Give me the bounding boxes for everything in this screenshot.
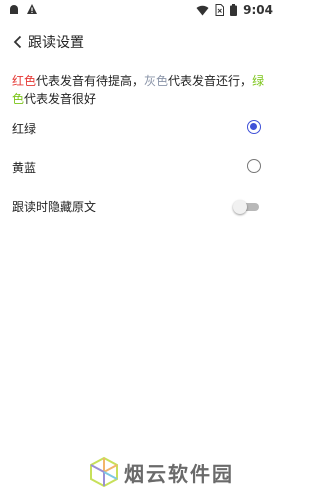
android-icon — [10, 5, 18, 14]
clock: 9:04 — [243, 3, 273, 17]
hide-original-toggle[interactable] — [233, 200, 259, 214]
legend-gray-text: 代表发音还行， — [168, 74, 253, 88]
legend-red-word: 红色 — [12, 74, 37, 88]
legend-gray-word: 灰色 — [144, 74, 169, 88]
back-button[interactable] — [8, 30, 28, 54]
watermark-logo-icon — [90, 456, 118, 488]
option-red-green[interactable]: 红绿 — [0, 110, 281, 146]
status-bar: 9:04 — [0, 0, 281, 20]
option-yellow-blue[interactable]: 黄蓝 — [0, 149, 281, 185]
hide-original-row[interactable]: 跟读时隐藏原文 — [0, 188, 281, 224]
watermark-text: 烟云软件园 — [124, 461, 234, 486]
legend-red-text: 代表发音有待提高， — [36, 74, 145, 88]
app-bar: 跟读设置 — [0, 28, 281, 56]
option-yellow-blue-radio[interactable] — [247, 159, 261, 173]
chevron-left-icon — [13, 35, 22, 49]
battery-icon — [230, 4, 238, 16]
option-red-green-label: 红绿 — [12, 122, 37, 136]
option-yellow-blue-label: 黄蓝 — [12, 161, 37, 175]
sim-icon — [215, 4, 225, 16]
toggle-thumb — [233, 200, 247, 214]
watermark: 烟云软件园 — [88, 452, 234, 492]
option-red-green-radio[interactable] — [247, 120, 261, 134]
warning-icon — [27, 4, 37, 14]
hide-original-label: 跟读时隐藏原文 — [12, 200, 97, 214]
page-title: 跟读设置 — [28, 35, 84, 51]
wifi-icon — [196, 5, 209, 15]
color-legend: 红色代表发音有待提高，灰色代表发音还行，绿色代表发音很好 — [12, 72, 272, 108]
legend-green-text: 代表发音很好 — [24, 92, 97, 106]
